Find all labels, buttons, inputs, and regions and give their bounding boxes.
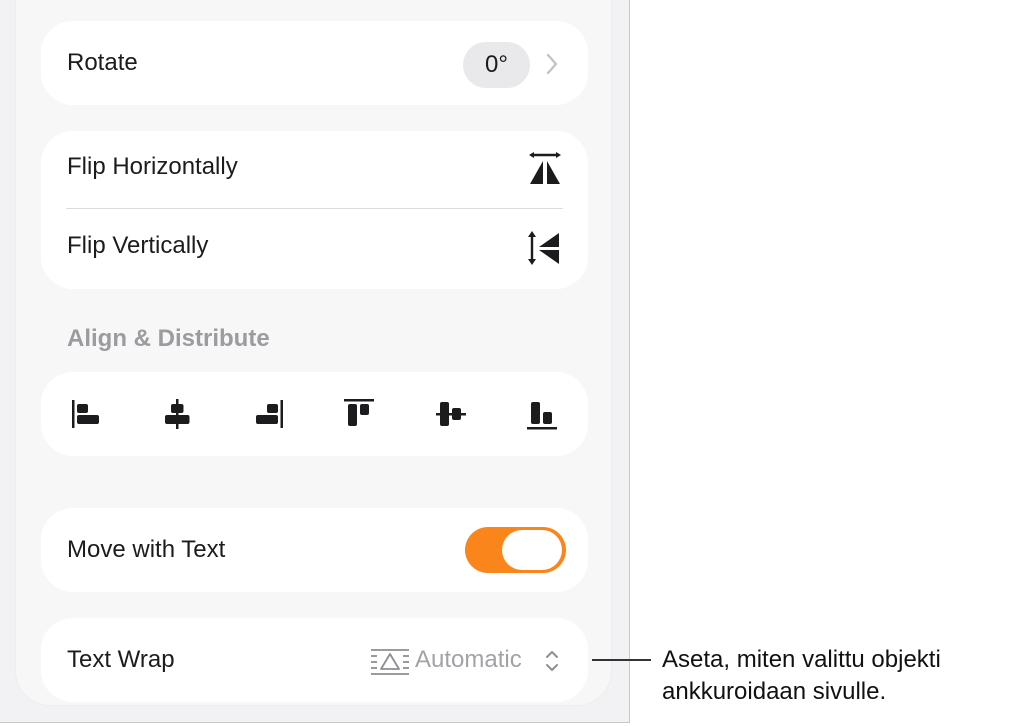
flip-vertical-icon bbox=[528, 231, 559, 265]
align-bottom-icon[interactable] bbox=[525, 396, 559, 432]
align-center-icon[interactable] bbox=[160, 396, 194, 432]
flip-horizontally-label: Flip Horizontally bbox=[67, 153, 238, 180]
flip-horizontal-icon bbox=[529, 152, 561, 184]
align-middle-icon[interactable] bbox=[434, 396, 468, 432]
align-top-icon[interactable] bbox=[342, 396, 376, 432]
chevron-right-icon bbox=[546, 53, 558, 75]
flip-group: Flip Horizontally Flip Vertically bbox=[41, 131, 588, 289]
inspector-popover: Rotate 0° Flip Horizontally Flip Vertica… bbox=[0, 0, 630, 723]
move-with-text-row: Move with Text bbox=[41, 508, 588, 592]
text-wrap-label: Text Wrap bbox=[67, 646, 175, 673]
rotate-angle-value[interactable]: 0° bbox=[463, 42, 530, 88]
callout-line-2: ankkuroidaan sivulle. bbox=[662, 678, 887, 705]
callout-line-1: Aseta, miten valittu objekti bbox=[662, 646, 941, 673]
callout-leader-line bbox=[592, 659, 651, 661]
text-wrap-icon bbox=[371, 649, 409, 675]
align-left-icon[interactable] bbox=[69, 396, 103, 432]
callout-text: Aseta, miten valittu objekti ankkuroidaa… bbox=[662, 644, 1014, 708]
toggle-knob bbox=[502, 530, 562, 570]
rotate-label: Rotate bbox=[67, 49, 138, 76]
divider bbox=[66, 208, 563, 209]
align-toolbar bbox=[41, 372, 588, 456]
move-with-text-label: Move with Text bbox=[67, 536, 226, 563]
align-distribute-title: Align & Distribute bbox=[67, 325, 270, 352]
text-wrap-value: Automatic bbox=[415, 646, 522, 673]
flip-vertically-label: Flip Vertically bbox=[67, 232, 209, 259]
rotate-row[interactable]: Rotate 0° bbox=[41, 21, 588, 105]
move-with-text-toggle[interactable] bbox=[465, 527, 566, 573]
align-right-icon[interactable] bbox=[252, 396, 286, 432]
chevron-up-down-icon bbox=[546, 651, 558, 671]
text-wrap-row[interactable]: Text Wrap Automatic bbox=[41, 618, 588, 702]
